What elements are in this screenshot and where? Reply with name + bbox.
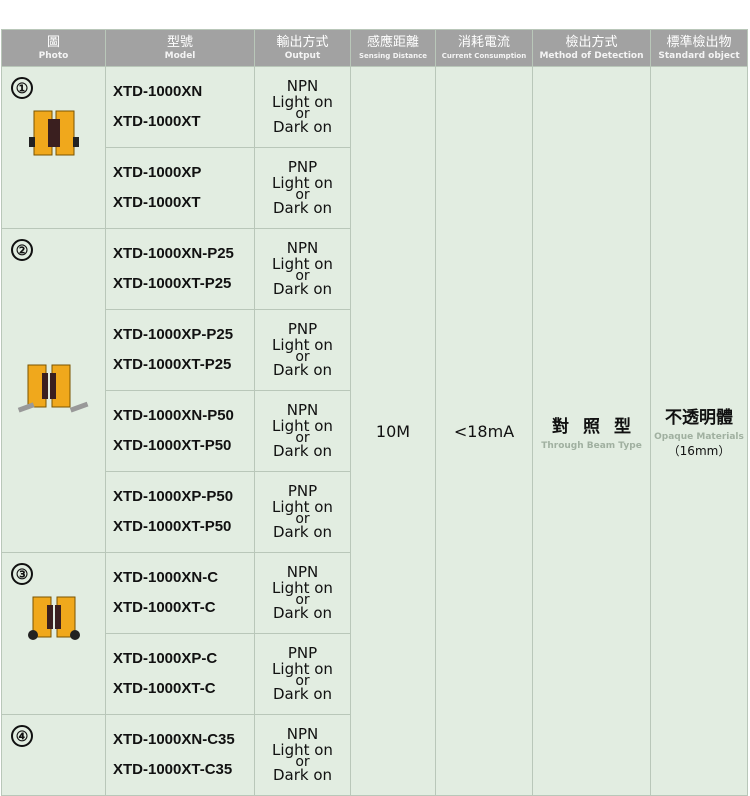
table-row: ① XTD-1000XN XTD-1000XT NPN Light on or Dark…: [1, 66, 748, 796]
distance-cell: 10M: [350, 66, 436, 796]
model-cell: XTD-1000XN-P50 XTD-1000XT-P50: [105, 390, 255, 472]
model-cell: XTD-1000XN-P25 XTD-1000XT-P25: [105, 228, 255, 310]
current-cell: <18mA: [435, 66, 533, 796]
header-output: 輸出方式 Output: [254, 29, 351, 67]
photo-cell-3: ③: [1, 552, 106, 715]
output-cell: NPN Light on or Dark on: [254, 228, 351, 310]
header-standard: 標準檢出物 Standard object: [650, 29, 748, 67]
spec-table: 圖 Photo 型號 Model 輸出方式 Output 感應距離 Sensing Di…: [1, 29, 748, 796]
header-current: 消耗電流 Current Consumption: [435, 29, 533, 67]
photo-cell-1: ①: [1, 66, 106, 229]
output-cell: NPN Light on or Dark on: [254, 390, 351, 472]
header-distance: 感應距離 Sensing Distance: [350, 29, 436, 67]
header-row: 圖 Photo 型號 Model 輸出方式 Output 感應距離 Sensing Di…: [1, 29, 748, 67]
header-method: 檢出方式 Method of Detection: [532, 29, 651, 67]
model-cell: XTD-1000XN XTD-1000XT: [105, 66, 255, 148]
group-number: ③: [11, 563, 33, 585]
sensor-pair-with-plug-icon: [17, 364, 88, 413]
header-model: 型號 Model: [105, 29, 255, 67]
header-photo: 圖 Photo: [1, 29, 106, 67]
output-cell: PNP Light on or Dark on: [254, 147, 351, 229]
sensor-pair-no-cable-icon: [28, 110, 79, 156]
model-cell: XTD-1000XP-P50 XTD-1000XT-P50: [105, 471, 255, 553]
output-cell: NPN Light on or Dark on: [254, 552, 351, 634]
photo-cell-2: ②: [1, 228, 106, 553]
output-cell: PNP Light on or Dark on: [254, 471, 351, 553]
output-cell: PNP Light on or Dark on: [254, 309, 351, 391]
standard-cell: 不透明體 Opaque Materials （16mm）: [650, 66, 748, 796]
model-cell: XTD-1000XP XTD-1000XT: [105, 147, 255, 229]
model-cell: XTD-1000XP-C XTD-1000XT-C: [105, 633, 255, 715]
group-number: ①: [11, 77, 33, 99]
method-cell: 對照型 Through Beam Type: [532, 66, 651, 796]
model-cell: XTD-1000XN-C35 XTD-1000XT-C35: [105, 714, 255, 796]
output-cell: NPN Light on or Dark on: [254, 714, 351, 796]
output-cell: NPN Light on or Dark on: [254, 66, 351, 148]
output-cell: PNP Light on or Dark on: [254, 633, 351, 715]
model-cell: XTD-1000XN-C XTD-1000XT-C: [105, 552, 255, 634]
sensor-pair-with-cable-icon: [27, 596, 80, 640]
group-number: ②: [11, 239, 33, 261]
group-number: ④: [11, 725, 33, 747]
model-cell: XTD-1000XP-P25 XTD-1000XT-P25: [105, 309, 255, 391]
photo-cell-4: ④: [1, 714, 106, 796]
